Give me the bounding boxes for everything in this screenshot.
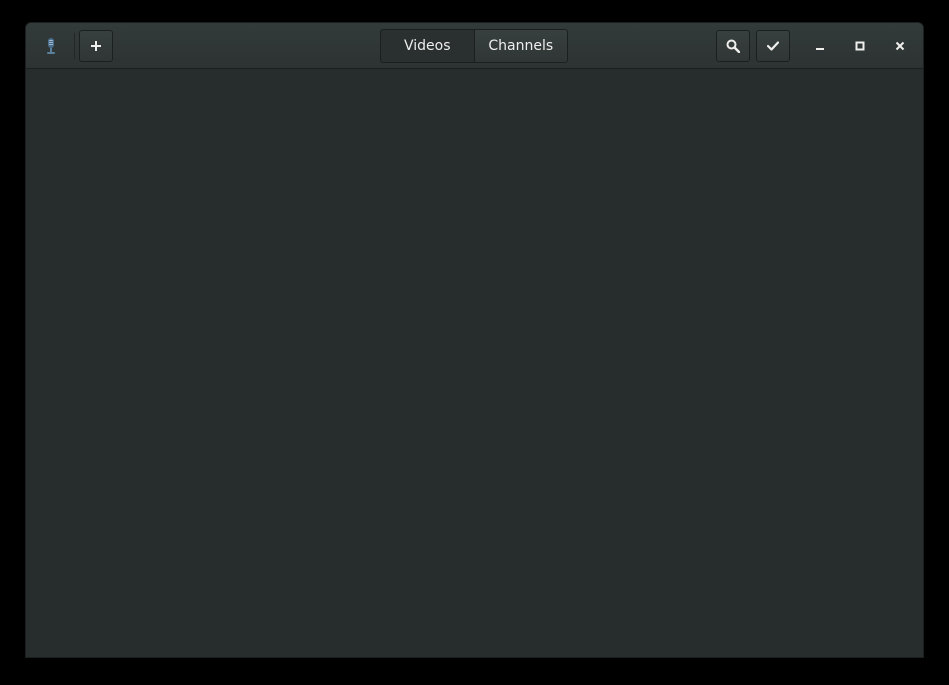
tab-channels[interactable]: Channels xyxy=(474,29,568,63)
view-switcher: Videos Channels xyxy=(380,29,568,63)
app-icon xyxy=(38,33,64,59)
microphone-app-icon xyxy=(47,38,55,54)
header-bar: Videos Channels xyxy=(26,23,923,69)
close-button[interactable] xyxy=(888,34,912,58)
minimize-icon xyxy=(816,48,824,50)
close-icon xyxy=(895,41,905,51)
minimize-button[interactable] xyxy=(808,34,832,58)
search-icon xyxy=(726,39,740,53)
search-button[interactable] xyxy=(716,30,750,62)
maximize-button[interactable] xyxy=(848,34,872,58)
select-button[interactable] xyxy=(756,30,790,62)
maximize-icon xyxy=(855,41,865,51)
plus-icon xyxy=(91,41,101,51)
app-window: Videos Channels xyxy=(26,23,923,657)
main-content-area xyxy=(26,69,923,657)
header-separator xyxy=(74,33,75,59)
tab-videos[interactable]: Videos xyxy=(380,29,475,63)
add-button[interactable] xyxy=(79,30,113,62)
checkmark-icon xyxy=(767,41,779,51)
